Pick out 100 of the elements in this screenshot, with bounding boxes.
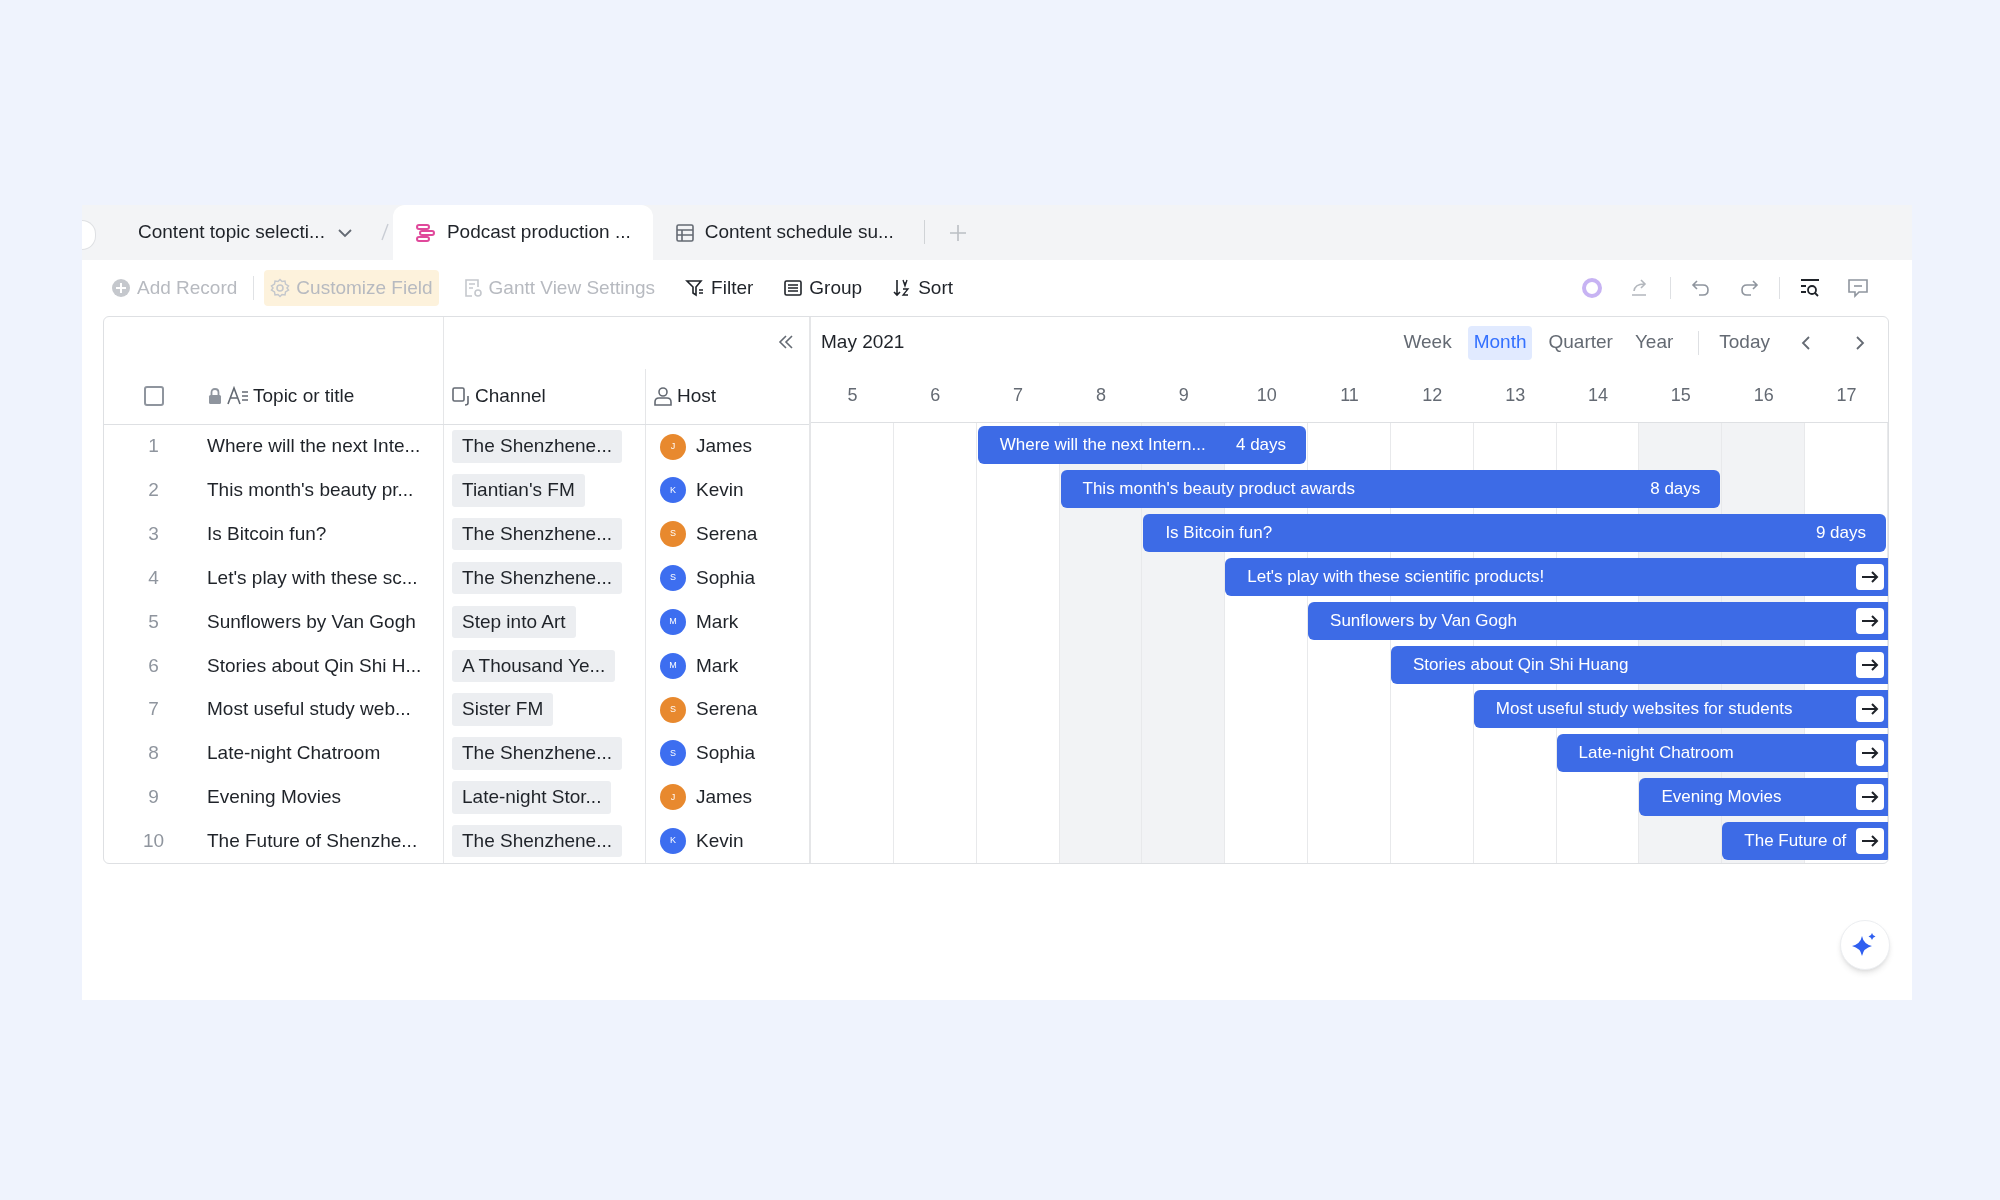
channel-tag: The Shenzhene... bbox=[452, 430, 622, 463]
table-cell-text: Where will the next Inte... bbox=[207, 434, 421, 459]
avatar: S bbox=[660, 740, 686, 767]
toolbar-button[interactable]: Sort bbox=[886, 270, 959, 306]
table-cell-text: Most useful study web... bbox=[207, 697, 411, 722]
gantt-bar[interactable]: Late-night Chatroom bbox=[1556, 734, 1888, 772]
person-icon bbox=[653, 386, 673, 407]
gantt-bar[interactable]: Where will the next Intern... 4 days bbox=[977, 426, 1307, 464]
toolbar-button[interactable]: Filter bbox=[679, 270, 760, 306]
day-label: 11 bbox=[1339, 383, 1360, 407]
day-label: 6 bbox=[929, 383, 942, 407]
gantt-bar[interactable]: Sunflowers by Van Gogh bbox=[1308, 602, 1888, 640]
avatar: K bbox=[660, 828, 686, 855]
person-name: Serena bbox=[696, 521, 758, 546]
channel-tag: The Shenzhene... bbox=[452, 561, 622, 595]
slash-icon bbox=[378, 222, 391, 242]
gantt-bar[interactable]: The Future of bbox=[1722, 822, 1888, 860]
option-icon bbox=[451, 386, 471, 407]
day-label: 15 bbox=[1669, 383, 1692, 407]
jump-to-end-button[interactable] bbox=[1856, 564, 1884, 590]
sync-ring-icon bbox=[1580, 276, 1604, 300]
ai-assistant-button[interactable] bbox=[1840, 920, 1890, 970]
gantt-bar[interactable]: Is Bitcoin fun? 9 days bbox=[1143, 514, 1886, 552]
jump-to-end-button[interactable] bbox=[1856, 740, 1884, 766]
table-cell-text: Stories about Qin Shi H... bbox=[207, 653, 422, 678]
person-name: James bbox=[696, 785, 752, 810]
lock-icon bbox=[207, 387, 223, 406]
day-label: 10 bbox=[1255, 383, 1278, 407]
table-cell-text: Sunflowers by Van Gogh bbox=[207, 609, 416, 634]
row-number: 1 bbox=[147, 434, 160, 459]
jump-to-end-button[interactable] bbox=[1856, 608, 1884, 634]
day-label: 12 bbox=[1421, 383, 1444, 407]
tab[interactable]: Content schedule su... bbox=[652, 205, 916, 260]
column-header[interactable]: Channel bbox=[451, 381, 546, 411]
channel-tag: Step into Art bbox=[452, 605, 576, 639]
day-label: 16 bbox=[1752, 383, 1775, 407]
toolbar-button[interactable]: Group bbox=[777, 270, 869, 306]
gantt-bar[interactable]: Most useful study websites for students bbox=[1473, 690, 1888, 728]
person-name: Mark bbox=[696, 653, 739, 678]
group-icon bbox=[783, 278, 804, 298]
arrow-right-icon bbox=[1861, 658, 1879, 672]
view-scale-tab[interactable]: Quarter bbox=[1542, 325, 1619, 360]
jump-to-end-button[interactable] bbox=[1856, 652, 1884, 678]
gantt-icon bbox=[414, 222, 437, 243]
comment-icon bbox=[1846, 276, 1870, 300]
channel-tag: The Shenzhene... bbox=[452, 517, 622, 551]
filter-icon bbox=[685, 278, 706, 298]
jump-to-end-button[interactable] bbox=[1856, 696, 1884, 722]
jump-to-end-button[interactable] bbox=[1856, 784, 1884, 810]
arrow-right-icon bbox=[1861, 702, 1879, 716]
person-name: Kevin bbox=[696, 828, 744, 853]
avatar: J bbox=[660, 784, 686, 811]
row-number: 8 bbox=[147, 741, 160, 766]
column-header[interactable]: Topic or title bbox=[207, 381, 355, 411]
gear-icon bbox=[270, 278, 291, 298]
gantt-bar[interactable]: This month's beauty product awards 8 days bbox=[1060, 470, 1721, 508]
jump-to-end-button[interactable] bbox=[1856, 828, 1885, 854]
table-cell-text: This month's beauty pr... bbox=[207, 478, 414, 503]
channel-tag: A Thousand Ye... bbox=[452, 649, 616, 682]
view-scale-tab[interactable]: Month bbox=[1467, 325, 1533, 360]
row-number: 6 bbox=[147, 653, 160, 678]
day-label: 5 bbox=[846, 383, 859, 407]
day-label: 7 bbox=[1012, 383, 1025, 407]
period-label: May 2021 bbox=[821, 330, 905, 355]
table-cell-text: Let's play with these sc... bbox=[207, 565, 418, 590]
gantt-bar[interactable]: Let's play with these scientific products! bbox=[1225, 558, 1888, 596]
arrow-right-icon bbox=[1861, 790, 1879, 804]
person-name: Sophia bbox=[696, 565, 756, 590]
text-field-icon bbox=[227, 386, 249, 407]
day-label: 8 bbox=[1094, 383, 1107, 407]
column-header[interactable]: Host bbox=[653, 381, 717, 411]
tab[interactable]: Podcast production ... bbox=[392, 205, 653, 260]
avatar: S bbox=[660, 565, 686, 592]
row-number: 10 bbox=[141, 828, 166, 853]
person-name: Kevin bbox=[696, 478, 744, 503]
table-cell-text: Is Bitcoin fun? bbox=[207, 521, 327, 546]
avatar: S bbox=[660, 521, 686, 548]
arrow-right-icon bbox=[1861, 834, 1880, 848]
person-name: Sophia bbox=[696, 741, 756, 766]
gantt-bar[interactable]: Evening Movies bbox=[1639, 778, 1888, 816]
table-cell-text: Evening Movies bbox=[207, 785, 342, 810]
row-number: 3 bbox=[147, 521, 160, 546]
table-icon bbox=[674, 222, 695, 243]
day-label: 17 bbox=[1835, 383, 1858, 407]
today-button[interactable]: Today bbox=[1713, 328, 1776, 357]
sparkle-icon bbox=[1852, 932, 1878, 958]
document-settings-icon bbox=[462, 278, 483, 298]
person-name: Mark bbox=[696, 609, 739, 634]
avatar: M bbox=[660, 652, 686, 679]
view-scale-tab[interactable]: Year bbox=[1628, 325, 1680, 360]
sidebar-toggle[interactable] bbox=[82, 220, 96, 250]
select-all-checkbox[interactable] bbox=[143, 386, 164, 407]
row-number: 7 bbox=[147, 697, 160, 722]
day-label: 14 bbox=[1587, 383, 1610, 407]
tab[interactable]: Content topic selecti... bbox=[116, 205, 377, 260]
channel-tag: Tiantian's FM bbox=[452, 474, 585, 507]
view-scale-tab[interactable]: Week bbox=[1397, 325, 1458, 360]
arrow-right-icon bbox=[1861, 746, 1879, 760]
channel-tag: The Shenzhene... bbox=[452, 737, 622, 770]
gantt-bar[interactable]: Stories about Qin Shi Huang bbox=[1390, 646, 1888, 684]
